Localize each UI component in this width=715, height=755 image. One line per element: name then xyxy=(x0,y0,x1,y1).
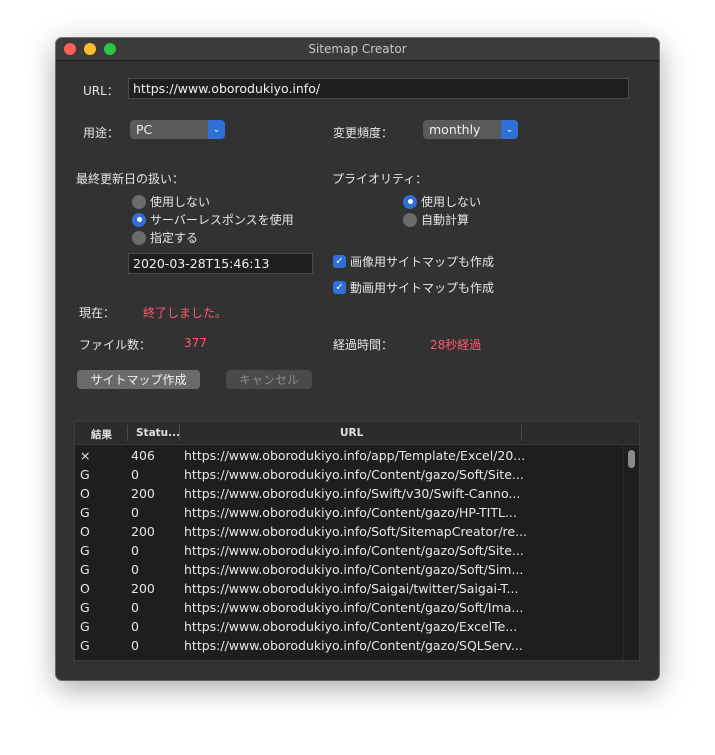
cell-status: 0 xyxy=(131,467,139,482)
radio-label: サーバーレスポンスを使用 xyxy=(150,213,294,227)
table-row[interactable]: G 0 https://www.oborodukiyo.info/Content/g… xyxy=(75,598,639,617)
cell-status: 200 xyxy=(131,524,155,539)
cell-result: G xyxy=(80,543,90,558)
cell-status: 200 xyxy=(131,581,155,596)
radio-selected-icon xyxy=(403,194,417,209)
cell-url: https://www.oborodukiyo.info/Soft/Sitema… xyxy=(184,524,528,539)
lastmod-label: 最終更新日の扱い： xyxy=(76,172,185,186)
cell-url: https://www.oborodukiyo.info/Content/gaz… xyxy=(184,505,517,520)
cell-url: https://www.oborodukiyo.info/Saigai/twit… xyxy=(184,581,519,596)
cell-status: 0 xyxy=(131,543,139,558)
column-divider[interactable] xyxy=(521,425,522,441)
cell-result: G xyxy=(80,505,90,520)
vertical-scrollbar[interactable] xyxy=(623,445,639,660)
cell-url: https://www.oborodukiyo.info/app/Templat… xyxy=(184,448,526,463)
cell-result: O xyxy=(80,486,90,501)
cell-result: O xyxy=(80,524,90,539)
table-row[interactable]: × 406 https://www.oborodukiyo.info/app/Tem… xyxy=(75,446,639,465)
column-divider[interactable] xyxy=(127,425,128,441)
radio-label: 自動計算 xyxy=(421,213,470,227)
cell-url: https://www.oborodukiyo.info/Swift/v30/S… xyxy=(184,486,521,501)
column-divider[interactable] xyxy=(179,425,180,441)
table-row[interactable]: O 200 https://www.oborodukiyo.info/Swift/v… xyxy=(75,484,639,503)
cell-result: O xyxy=(80,581,90,596)
priority-label: プライオリティ： xyxy=(332,172,428,186)
video-sitemap-checkbox[interactable]: ✓ 動画用サイトマップも作成 xyxy=(333,279,494,296)
radio-icon xyxy=(132,230,146,245)
lastmod-radio-specify[interactable]: 指定する xyxy=(132,229,198,246)
table-row[interactable]: G 0 https://www.oborodukiyo.info/Content/g… xyxy=(75,636,639,655)
elapsed-label: 経過時間： xyxy=(333,338,394,352)
cell-result: × xyxy=(80,448,91,463)
cell-result: G xyxy=(80,562,90,577)
cell-status: 0 xyxy=(131,562,139,577)
freq-select[interactable]: monthly ⌄ xyxy=(423,120,518,139)
cell-url: https://www.oborodukiyo.info/Content/gaz… xyxy=(184,600,524,615)
radio-label: 使用しない xyxy=(150,195,211,209)
title-bar: Sitemap Creator xyxy=(56,38,659,61)
priority-radio-unused[interactable]: 使用しない xyxy=(403,193,481,210)
table-row[interactable]: G 0 https://www.oborodukiyo.info/Content/g… xyxy=(75,560,639,579)
window-title: Sitemap Creator xyxy=(308,42,407,56)
cancel-button[interactable]: キャンセル xyxy=(226,370,312,389)
create-sitemap-button[interactable]: サイトマップ作成 xyxy=(77,370,200,389)
chevron-down-icon: ⌄ xyxy=(208,120,225,139)
cell-result: G xyxy=(80,638,90,653)
elapsed-value: 28秒経過 xyxy=(430,338,482,352)
cell-status: 200 xyxy=(131,486,155,501)
table-row[interactable]: G 0 https://www.oborodukiyo.info/Content/g… xyxy=(75,503,639,522)
app-window: Sitemap Creator URL： https://www.oborodu… xyxy=(56,38,659,680)
usage-select[interactable]: PC ⌄ xyxy=(130,120,225,139)
lastmod-radio-unused[interactable]: 使用しない xyxy=(132,193,210,210)
cell-result: G xyxy=(80,600,90,615)
table-row[interactable]: O 200 https://www.oborodukiyo.info/Saigai/… xyxy=(75,579,639,598)
lastmod-date-input[interactable]: 2020-03-28T15:46:13 xyxy=(128,253,313,274)
column-header-result[interactable]: 結果 xyxy=(91,427,112,442)
usage-label: 用途： xyxy=(83,126,120,140)
scrollbar-thumb[interactable] xyxy=(628,450,635,468)
cell-url: https://www.oborodukiyo.info/Content/gaz… xyxy=(184,619,518,634)
cell-status: 0 xyxy=(131,638,139,653)
url-input[interactable]: https://www.oborodukiyo.info/ xyxy=(128,78,629,99)
chevron-down-icon: ⌄ xyxy=(501,120,518,139)
cell-status: 406 xyxy=(131,448,155,463)
file-count-label: ファイル数： xyxy=(79,338,152,352)
cell-result: G xyxy=(80,467,90,482)
cell-url: https://www.oborodukiyo.info/Content/gaz… xyxy=(184,562,524,577)
table-row[interactable]: G 0 https://www.oborodukiyo.info/Content/g… xyxy=(75,541,639,560)
lastmod-radio-server[interactable]: サーバーレスポンスを使用 xyxy=(132,211,294,228)
radio-label: 使用しない xyxy=(421,195,482,209)
checkbox-label: 画像用サイトマップも作成 xyxy=(350,255,495,269)
cell-status: 0 xyxy=(131,600,139,615)
table-row[interactable]: O 200 https://www.oborodukiyo.info/Soft/Si… xyxy=(75,522,639,541)
table-row[interactable]: G 0 https://www.oborodukiyo.info/Content/g… xyxy=(75,465,639,484)
cell-status: 0 xyxy=(131,505,139,520)
radio-label: 指定する xyxy=(150,231,199,245)
image-sitemap-checkbox[interactable]: ✓ 画像用サイトマップも作成 xyxy=(333,253,494,270)
checkmark-icon: ✓ xyxy=(333,255,346,268)
url-label: URL： xyxy=(83,84,119,98)
freq-label: 変更頻度： xyxy=(333,126,394,140)
results-table[interactable]: 結果 Statu... URL × 406 https://www.oboroduk… xyxy=(74,421,640,661)
checkbox-label: 動画用サイトマップも作成 xyxy=(350,281,495,295)
cell-url: https://www.oborodukiyo.info/Content/gaz… xyxy=(184,467,524,482)
freq-select-value: monthly xyxy=(429,122,481,137)
current-label: 現在： xyxy=(79,306,116,320)
column-header-status[interactable]: Statu... xyxy=(136,427,180,439)
file-count-value: 377 xyxy=(184,336,207,350)
cell-status: 0 xyxy=(131,619,139,634)
cell-url: https://www.oborodukiyo.info/Content/gaz… xyxy=(184,543,524,558)
radio-icon xyxy=(132,194,146,209)
checkmark-icon: ✓ xyxy=(333,281,346,294)
cell-url: https://www.oborodukiyo.info/Content/gaz… xyxy=(184,638,523,653)
table-row[interactable]: G 0 https://www.oborodukiyo.info/Content/g… xyxy=(75,617,639,636)
column-header-url[interactable]: URL xyxy=(340,427,363,439)
current-status-value: 終了しました。 xyxy=(143,306,228,320)
table-header: 結果 Statu... URL xyxy=(75,422,639,445)
radio-icon xyxy=(403,212,417,227)
radio-selected-icon xyxy=(132,212,146,227)
priority-radio-auto[interactable]: 自動計算 xyxy=(403,211,469,228)
usage-select-value: PC xyxy=(136,122,153,137)
cell-result: G xyxy=(80,619,90,634)
